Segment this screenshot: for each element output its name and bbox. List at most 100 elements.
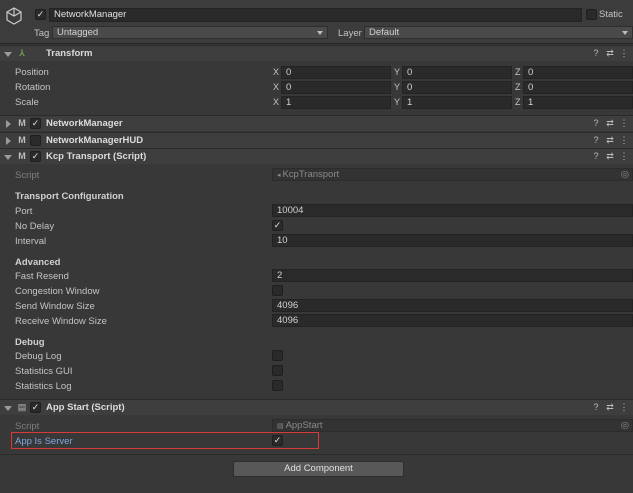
static-toggle[interactable]	[586, 9, 597, 20]
object-picker-icon[interactable]: ◎	[621, 420, 629, 431]
congestion-toggle[interactable]	[272, 285, 283, 296]
script-file-icon: ▤	[17, 402, 27, 412]
divider	[0, 454, 633, 455]
menu-icon[interactable]: ⋮	[619, 118, 629, 128]
kcp-header[interactable]: M ✓ Kcp Transport (Script) ? ⇄ ⋮	[0, 148, 633, 164]
chevron-down-icon	[622, 31, 628, 35]
position-label: Position	[15, 67, 49, 78]
scale-y-field[interactable]: 1	[402, 96, 512, 109]
help-icon[interactable]: ?	[591, 135, 601, 145]
foldout-arrow-icon[interactable]	[6, 120, 11, 128]
appstart-enabled-toggle[interactable]: ✓	[30, 402, 41, 413]
transform-title: Transform	[46, 48, 93, 59]
foldout-arrow-icon[interactable]	[4, 52, 12, 57]
appstart-script-value: AppStart	[285, 420, 323, 431]
script-file-icon: ▤	[277, 423, 286, 430]
sendwindow-field[interactable]: 4096	[272, 299, 633, 312]
help-icon[interactable]: ?	[591, 48, 601, 58]
position-z-field[interactable]: 0	[523, 66, 633, 79]
networkmanagerhud-title: NetworkManagerHUD	[46, 135, 144, 146]
rotation-label: Rotation	[15, 82, 51, 93]
app-is-server-toggle[interactable]: ✓	[272, 435, 283, 446]
interval-label: Interval	[15, 236, 47, 247]
foldout-arrow-icon[interactable]	[4, 155, 12, 160]
position-x-field[interactable]: 0	[281, 66, 391, 79]
receivewindow-label: Receive Window Size	[15, 316, 107, 327]
section-advanced: Advanced	[15, 257, 61, 268]
object-picker-icon[interactable]: ◎	[621, 169, 629, 180]
rotation-y-field[interactable]: 0	[402, 81, 512, 94]
menu-icon[interactable]: ⋮	[619, 402, 629, 412]
axis-z-label: Z	[515, 97, 521, 107]
debuglog-toggle[interactable]	[272, 350, 283, 361]
axis-y-label: Y	[394, 97, 401, 107]
rotation-x-field[interactable]: 0	[281, 81, 391, 94]
networkmanagerhud-header[interactable]: M NetworkManagerHUD ? ⇄ ⋮	[0, 132, 633, 148]
statslog-toggle[interactable]	[272, 380, 283, 391]
statslog-label: Statistics Log	[15, 381, 72, 392]
appstart-title: App Start (Script)	[46, 402, 125, 413]
kcp-enabled-toggle[interactable]: ✓	[30, 151, 41, 162]
menu-icon[interactable]: ⋮	[619, 135, 629, 145]
preset-icon[interactable]: ⇄	[605, 151, 615, 161]
kcp-script-field: ◂ KcpTransport ◎	[272, 168, 633, 181]
axis-x-label: X	[273, 82, 280, 92]
appstart-script-label: Script	[15, 421, 40, 432]
menu-icon[interactable]: ⋮	[619, 151, 629, 161]
congestion-label: Congestion Window	[15, 286, 100, 297]
position-y-field[interactable]: 0	[402, 66, 512, 79]
gameobject-header: ✓ NetworkManager Static Tag Untagged Lay…	[0, 0, 633, 44]
preset-icon[interactable]: ⇄	[605, 135, 615, 145]
networkmanager-title: NetworkManager	[46, 118, 123, 129]
cube-icon	[6, 7, 22, 25]
axis-x-label: X	[273, 67, 280, 77]
tag-value: Untagged	[57, 27, 99, 38]
chevron-down-icon	[317, 31, 323, 35]
help-icon[interactable]: ?	[591, 402, 601, 412]
foldout-arrow-icon[interactable]	[4, 406, 12, 411]
preset-icon[interactable]: ⇄	[605, 402, 615, 412]
layer-value: Default	[369, 27, 400, 38]
transform-header[interactable]: ⅄ Transform ? ⇄ ⋮	[0, 45, 633, 61]
statsgui-toggle[interactable]	[272, 365, 283, 376]
help-icon[interactable]: ?	[591, 118, 601, 128]
menu-icon[interactable]: ⋮	[619, 48, 629, 58]
networkmanager-header[interactable]: M ✓ NetworkManager ? ⇄ ⋮	[0, 115, 633, 131]
appstart-header[interactable]: ▤ ✓ App Start (Script) ? ⇄ ⋮	[0, 399, 633, 415]
script-m-icon: M	[18, 135, 26, 145]
add-component-button[interactable]: Add Component	[233, 461, 404, 477]
layer-dropdown[interactable]: Default	[364, 26, 633, 39]
preset-icon[interactable]: ⇄	[605, 118, 615, 128]
preset-icon[interactable]: ⇄	[605, 48, 615, 58]
fastresend-field[interactable]: 2	[272, 269, 633, 282]
section-transport-config: Transport Configuration	[15, 191, 124, 202]
axis-z-label: Z	[515, 82, 521, 92]
port-label: Port	[15, 206, 33, 217]
help-icon[interactable]: ?	[591, 151, 601, 161]
active-toggle[interactable]: ✓	[35, 9, 46, 20]
script-m-icon: M	[18, 151, 26, 161]
tag-dropdown[interactable]: Untagged	[52, 26, 328, 39]
scale-label: Scale	[15, 97, 39, 108]
fastresend-label: Fast Resend	[15, 271, 69, 282]
scale-x-field[interactable]: 1	[281, 96, 391, 109]
object-name-input[interactable]: NetworkManager	[49, 8, 582, 22]
transform-icon: ⅄	[19, 48, 25, 58]
kcp-title: Kcp Transport (Script)	[46, 151, 147, 162]
interval-field[interactable]: 10	[272, 234, 633, 247]
section-debug: Debug	[15, 337, 45, 348]
static-label: Static	[599, 9, 623, 20]
port-field[interactable]: 10004	[272, 204, 633, 217]
scale-z-field[interactable]: 1	[523, 96, 633, 109]
axis-x-label: X	[273, 97, 280, 107]
networkmanagerhud-enabled-toggle[interactable]	[30, 135, 41, 146]
appstart-script-field: ▤ AppStart ◎	[272, 419, 633, 432]
rotation-z-field[interactable]: 0	[523, 81, 633, 94]
kcp-script-value: KcpTransport	[282, 169, 340, 180]
app-is-server-label: App Is Server	[15, 436, 73, 447]
receivewindow-field[interactable]: 4096	[272, 314, 633, 327]
kcp-script-label: Script	[15, 170, 40, 181]
foldout-arrow-icon[interactable]	[6, 137, 11, 145]
networkmanager-enabled-toggle[interactable]: ✓	[30, 118, 41, 129]
nodelay-toggle[interactable]: ✓	[272, 220, 283, 231]
